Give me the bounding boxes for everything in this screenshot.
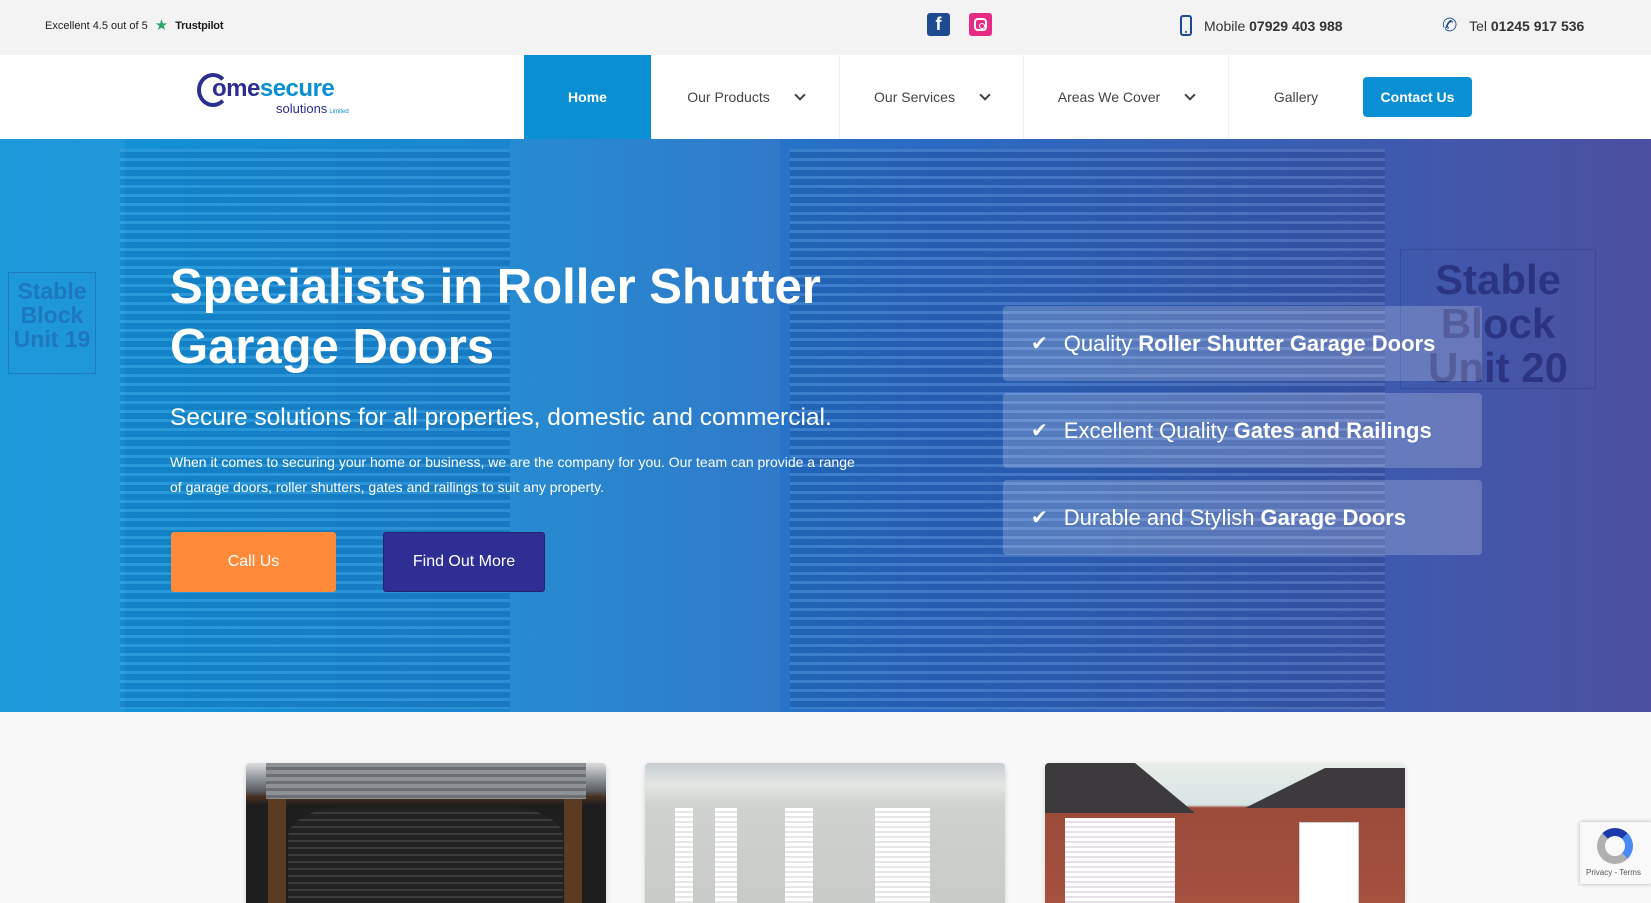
mobile-number[interactable]: 07929 403 988: [1249, 18, 1342, 34]
sign-line: Stable: [1434, 256, 1562, 303]
nav-areas-label: Areas We Cover: [1057, 89, 1161, 105]
facebook-icon[interactable]: f: [927, 13, 950, 36]
logo-subtext: solutions Limited: [276, 101, 349, 116]
hero-bg-pillar: [0, 139, 125, 712]
chevron-down-icon: [979, 88, 991, 101]
check-icon: ✔: [1031, 507, 1048, 529]
nav-home-label: Home: [568, 89, 607, 105]
check-icon: ✔: [1031, 420, 1048, 442]
trustpilot-brand: Trustpilot: [175, 19, 224, 32]
trustpilot-rating: Excellent 4.5 out of 5: [45, 19, 148, 32]
card-image-window: [1299, 822, 1359, 903]
mobile-phone-icon: [1180, 15, 1192, 36]
tel-contact[interactable]: ✆ Tel 01245 917 536: [1440, 13, 1584, 37]
hero-banner: Stable Block Unit 19 Stable Block Unit 2…: [0, 139, 1651, 712]
star-icon: ★: [154, 17, 169, 34]
feature-item: ✔ Quality Roller Shutter Garage Doors: [1003, 306, 1482, 381]
nav-our-services[interactable]: Our Services: [839, 55, 1023, 139]
card-image-roof: [1045, 763, 1195, 813]
card-image-shutter: [715, 808, 737, 903]
feature-text: Durable and Stylish: [1063, 504, 1255, 530]
hero-title: Specialists in Roller Shutter Garage Doo…: [170, 260, 821, 374]
card-image-shutter: [875, 808, 930, 903]
nav-areas-we-cover[interactable]: Areas We Cover: [1023, 55, 1228, 139]
card-image-post: [564, 799, 582, 903]
nav-gallery-label: Gallery: [1273, 89, 1319, 105]
call-us-button[interactable]: Call Us: [171, 532, 336, 592]
chevron-down-icon: [1184, 88, 1196, 101]
feature-highlight: Garage Doors: [1260, 504, 1407, 530]
gallery-card-black-shutter[interactable]: [246, 763, 606, 903]
hero-subtitle: Secure solutions for all properties, dom…: [170, 404, 832, 431]
instagram-icon[interactable]: [969, 13, 992, 36]
sign-line: Stable: [17, 278, 87, 304]
feature-highlight: Gates and Railings: [1233, 417, 1432, 443]
recaptcha-badge[interactable]: Privacy - Terms: [1580, 822, 1651, 884]
main-nav: omesecure solutions Limited Home Our Prod…: [0, 55, 1651, 139]
logo[interactable]: omesecure solutions Limited: [197, 73, 359, 121]
nav-products-label: Our Products: [687, 89, 770, 105]
logo-secure-text: secure: [259, 75, 335, 102]
recaptcha-links[interactable]: Privacy - Terms: [1586, 868, 1641, 877]
card-image-shutter: [785, 808, 813, 903]
contact-us-button[interactable]: Contact Us: [1363, 77, 1472, 117]
chevron-down-icon: [794, 88, 806, 101]
nav-gallery[interactable]: Gallery: [1228, 55, 1363, 139]
feature-text: Excellent Quality: [1063, 417, 1228, 443]
card-image-post: [268, 799, 286, 903]
check-icon: ✔: [1031, 333, 1048, 355]
trustpilot-widget[interactable]: Excellent 4.5 out of 5 ★ Trustpilot: [45, 18, 223, 33]
gallery-card-bungalow-garage[interactable]: [1045, 763, 1405, 903]
top-bar: Excellent 4.5 out of 5 ★ Trustpilot f Mo…: [0, 0, 1651, 55]
card-image-garage-door: [1065, 818, 1175, 903]
tel-number[interactable]: 01245 917 536: [1491, 18, 1584, 34]
mobile-label: Mobile: [1204, 17, 1246, 34]
nav-services-label: Our Services: [874, 89, 955, 105]
sign-line: Unit 19: [13, 326, 91, 353]
gallery-card-commercial-shutters[interactable]: [645, 763, 1005, 903]
nav-home[interactable]: Home: [524, 55, 651, 139]
feature-text: Quality: [1063, 330, 1133, 356]
logo-limited: Limited: [329, 109, 349, 115]
logo-solutions: solutions: [276, 101, 328, 116]
recaptcha-icon: [1597, 828, 1633, 864]
card-image-shutter: [288, 807, 563, 903]
sign-line: Block: [20, 302, 84, 329]
tel-label: Tel: [1469, 17, 1487, 34]
feature-highlight: Roller Shutter Garage Doors: [1138, 330, 1436, 356]
card-image-roof: [266, 763, 586, 799]
find-out-more-button[interactable]: Find Out More: [383, 532, 545, 592]
card-image-shutter: [675, 808, 693, 903]
feature-item: ✔ Excellent Quality Gates and Railings: [1003, 393, 1482, 468]
hero-bg-sign-left: Stable Block Unit 19: [8, 272, 96, 374]
hero-description: When it comes to securing your home or b…: [170, 454, 855, 495]
feature-item: ✔ Durable and Stylish Garage Doors: [1003, 480, 1482, 555]
phone-icon: ✆: [1440, 13, 1459, 37]
card-image-roof: [1245, 768, 1405, 808]
mobile-contact[interactable]: Mobile 07929 403 988: [1180, 15, 1343, 36]
logo-home-text: ome: [212, 75, 260, 102]
nav-our-products[interactable]: Our Products: [651, 55, 839, 139]
